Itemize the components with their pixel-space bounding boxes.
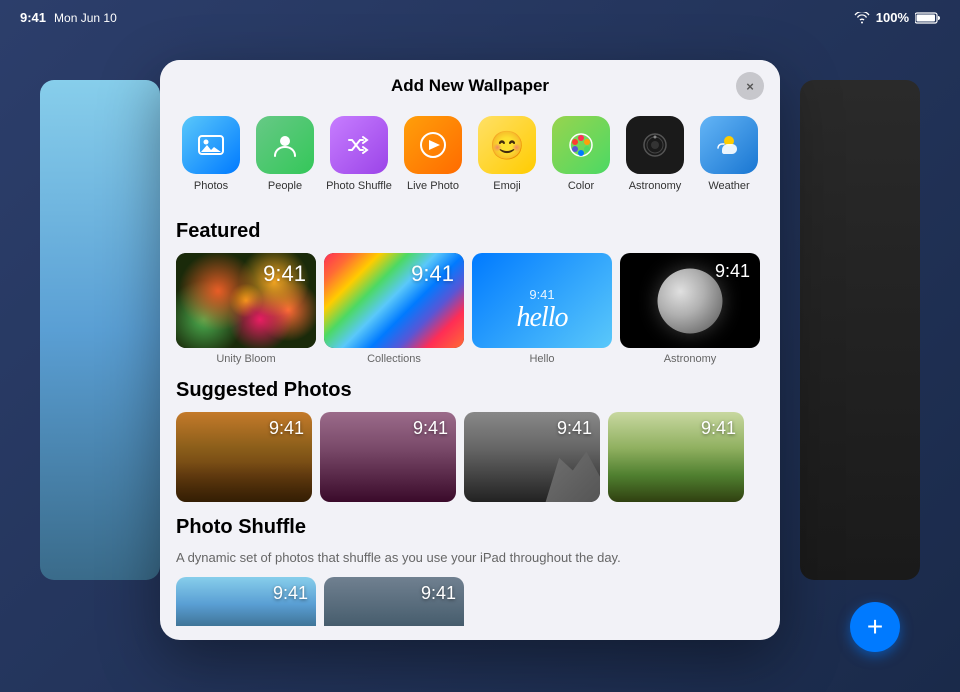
astronomy-icon — [626, 116, 684, 174]
featured-grid: 9:41 Unity Bloom 9:41 Collections — [176, 253, 764, 365]
suggested-thumb-1: 9:41 — [176, 412, 312, 502]
category-shuffle[interactable]: Photo Shuffle — [325, 116, 393, 192]
featured-hello[interactable]: 9:41 hello Hello — [472, 253, 612, 365]
sugg-time-4: 9:41 — [701, 418, 736, 439]
collections-time: 9:41 — [411, 261, 454, 287]
featured-header: Featured — [176, 220, 764, 243]
hello-thumb: 9:41 hello — [472, 253, 612, 348]
featured-unity-bloom[interactable]: 9:41 Unity Bloom — [176, 253, 316, 365]
suggested-photo-3[interactable]: 9:41 — [464, 412, 600, 502]
suggested-photo-2[interactable]: 9:41 — [320, 412, 456, 502]
battery-icon — [915, 12, 940, 24]
add-wallpaper-button[interactable]: + — [850, 602, 900, 652]
color-icon — [552, 116, 610, 174]
shuffle-grid: 9:41 9:41 — [176, 577, 764, 626]
astronomy-label: Astronomy — [629, 180, 682, 192]
moon — [658, 268, 723, 333]
category-people[interactable]: People — [251, 116, 319, 192]
emoji-label: Emoji — [493, 180, 521, 192]
shuffle-item-2[interactable]: 9:41 — [324, 577, 464, 626]
live-label: Live Photo — [407, 180, 459, 192]
category-emoji[interactable]: 😊 Emoji — [473, 116, 541, 192]
unity-time: 9:41 — [263, 261, 306, 287]
category-photos[interactable]: Photos — [177, 116, 245, 192]
suggested-thumb-2: 9:41 — [320, 412, 456, 502]
category-live[interactable]: Live Photo — [399, 116, 467, 192]
astronomy-feat-label: Astronomy — [664, 353, 717, 365]
weather-icon — [700, 116, 758, 174]
suggested-header: Suggested Photos — [176, 379, 764, 402]
collections-thumb: 9:41 — [324, 253, 464, 348]
featured-collections[interactable]: 9:41 Collections — [324, 253, 464, 365]
collections-label: Collections — [367, 353, 421, 365]
photo-shuffle-header: Photo Shuffle — [176, 516, 764, 539]
shuffle-mountain-thumb: 9:41 — [176, 577, 316, 626]
people-label: People — [268, 180, 302, 192]
unity-label: Unity Bloom — [216, 353, 275, 365]
photo-shuffle-desc: A dynamic set of photos that shuffle as … — [176, 549, 764, 567]
shuffle-label: Photo Shuffle — [326, 180, 392, 192]
photos-icon — [182, 116, 240, 174]
hello-content: 9:41 hello — [472, 253, 612, 348]
status-time: 9:41 — [20, 10, 46, 25]
shuffle-item-1[interactable]: 9:41 — [176, 577, 316, 626]
categories-row: Photos People — [160, 106, 780, 206]
hello-label: Hello — [529, 353, 554, 365]
suggested-photo-1[interactable]: 9:41 — [176, 412, 312, 502]
add-wallpaper-modal: Add New Wallpaper × Photos — [160, 60, 780, 640]
shuffle-ocean-thumb: 9:41 — [324, 577, 464, 626]
category-astronomy[interactable]: Astronomy — [621, 116, 689, 192]
status-right: 100% — [854, 10, 940, 25]
astronomy-time: 9:41 — [715, 261, 750, 282]
category-color[interactable]: Color — [547, 116, 615, 192]
battery-percent: 100% — [876, 10, 909, 25]
shuffle-time-1: 9:41 — [273, 583, 308, 604]
sugg-time-2: 9:41 — [413, 418, 448, 439]
color-label: Color — [568, 180, 594, 192]
bg-panel-right — [800, 80, 920, 580]
close-button[interactable]: × — [736, 72, 764, 100]
emoji-icon: 😊 — [478, 116, 536, 174]
bg-panel-left — [40, 80, 160, 580]
live-photo-icon — [404, 116, 462, 174]
weather-label: Weather — [708, 180, 749, 192]
modal-title: Add New Wallpaper — [391, 76, 549, 96]
shuffle-time-2: 9:41 — [421, 583, 456, 604]
sugg-time-1: 9:41 — [269, 418, 304, 439]
suggested-photo-4[interactable]: 9:41 — [608, 412, 744, 502]
suggested-thumb-3: 9:41 — [464, 412, 600, 502]
modal-content[interactable]: Featured 9:41 Unity Bloom 9:41 — [160, 206, 780, 626]
category-weather[interactable]: Weather — [695, 116, 763, 192]
rocks-detail — [532, 439, 600, 502]
wifi-icon — [854, 12, 870, 24]
suggested-thumb-4: 9:41 — [608, 412, 744, 502]
unity-bloom-thumb: 9:41 — [176, 253, 316, 348]
sugg-time-3: 9:41 — [557, 418, 592, 439]
hello-script: hello — [517, 302, 568, 334]
ipad-background: 9:41 Mon Jun 10 100% + — [0, 0, 960, 692]
shuffle-icon — [330, 116, 388, 174]
suggested-grid: 9:41 9:41 9:41 9:41 — [176, 412, 764, 502]
status-bar: 9:41 Mon Jun 10 100% — [0, 10, 960, 25]
people-icon — [256, 116, 314, 174]
featured-astronomy[interactable]: 9:41 Astronomy — [620, 253, 760, 365]
astronomy-thumb: 9:41 — [620, 253, 760, 348]
photos-label: Photos — [194, 180, 228, 192]
modal-header: Add New Wallpaper × — [160, 60, 780, 106]
status-date: Mon Jun 10 — [54, 11, 117, 25]
